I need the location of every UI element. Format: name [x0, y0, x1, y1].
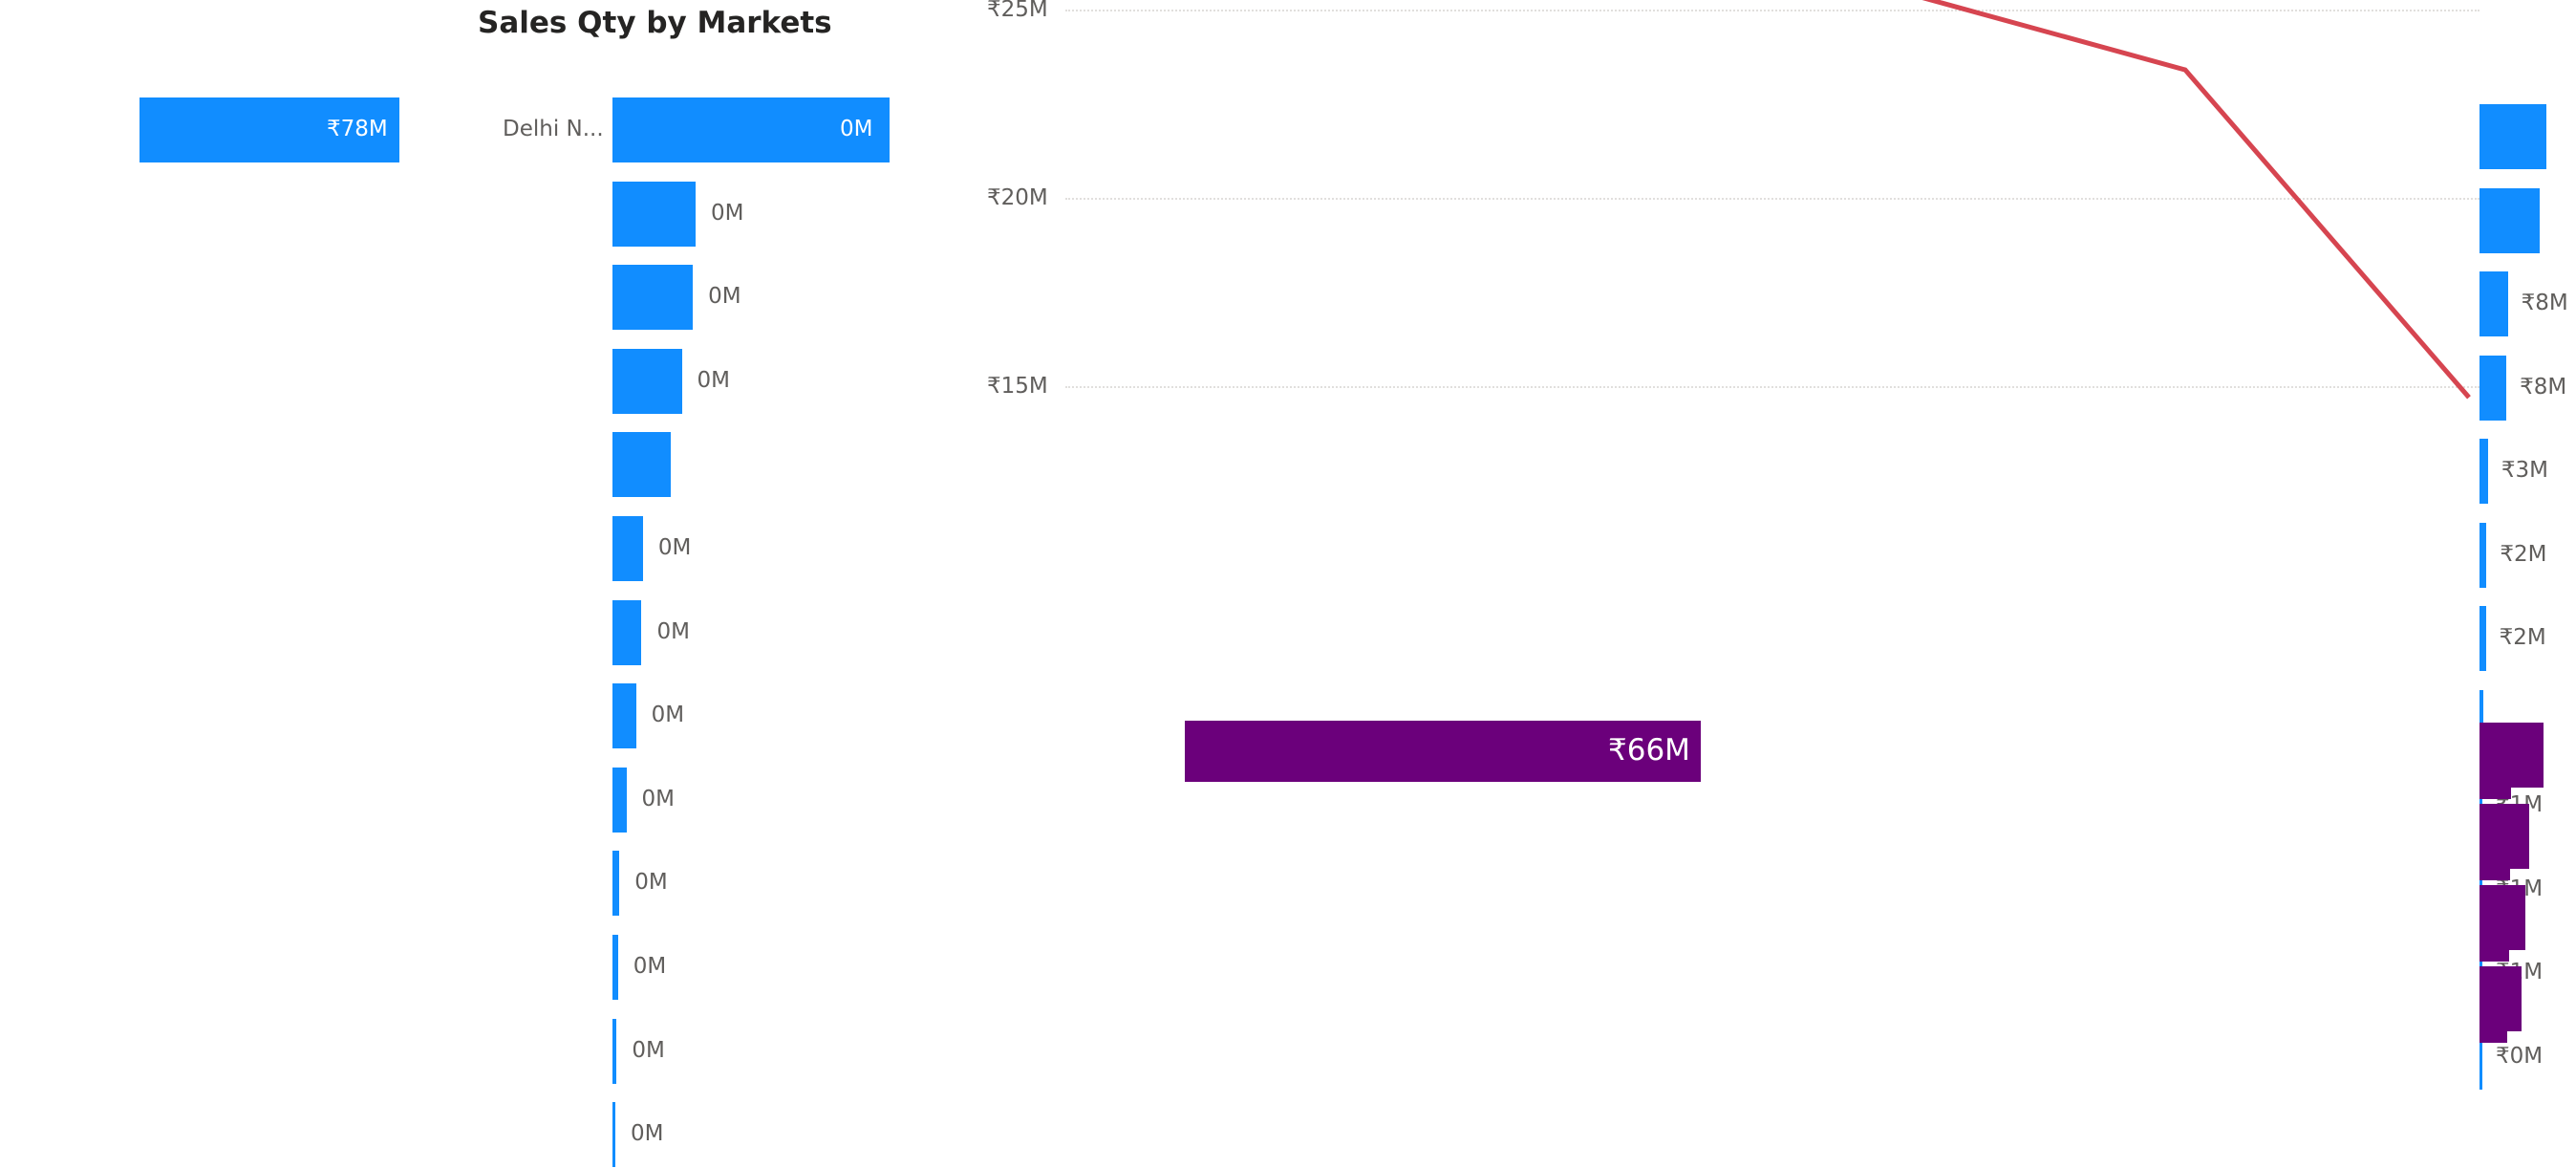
- right-bar[interactable]: [2479, 606, 2486, 671]
- right-bar[interactable]: [2479, 522, 2487, 588]
- right-purple-bar-secondary[interactable]: [2479, 904, 2510, 962]
- right-purple-bar-secondary[interactable]: [2479, 742, 2512, 799]
- right-data-label: ₹8M: [2520, 374, 2567, 400]
- right-purple-bar-secondary[interactable]: [2479, 985, 2507, 1043]
- series-line[interactable]: [1835, 0, 2471, 400]
- line-chart: [1835, 0, 2471, 400]
- right-bar-chart: ₹8M₹8M₹3M₹2M₹2M₹1M₹1M₹1M₹0M: [0, 0, 2568, 1090]
- right-data-label: ₹3M: [2501, 458, 2548, 483]
- right-purple-bar-secondary[interactable]: [2479, 823, 2510, 880]
- right-bar[interactable]: [2479, 439, 2488, 504]
- right-data-label: ₹8M: [2521, 291, 2568, 315]
- right-data-label: ₹2M: [2500, 541, 2547, 567]
- right-bar[interactable]: [2479, 355, 2507, 421]
- right-bar[interactable]: [2479, 187, 2540, 253]
- right-data-label: ₹2M: [2499, 625, 2546, 650]
- right-bar[interactable]: [2479, 271, 2508, 336]
- right-data-label: ₹0M: [2496, 1043, 2544, 1069]
- right-bar[interactable]: [2479, 104, 2547, 169]
- purple-value-label: ₹66M: [1608, 733, 1690, 768]
